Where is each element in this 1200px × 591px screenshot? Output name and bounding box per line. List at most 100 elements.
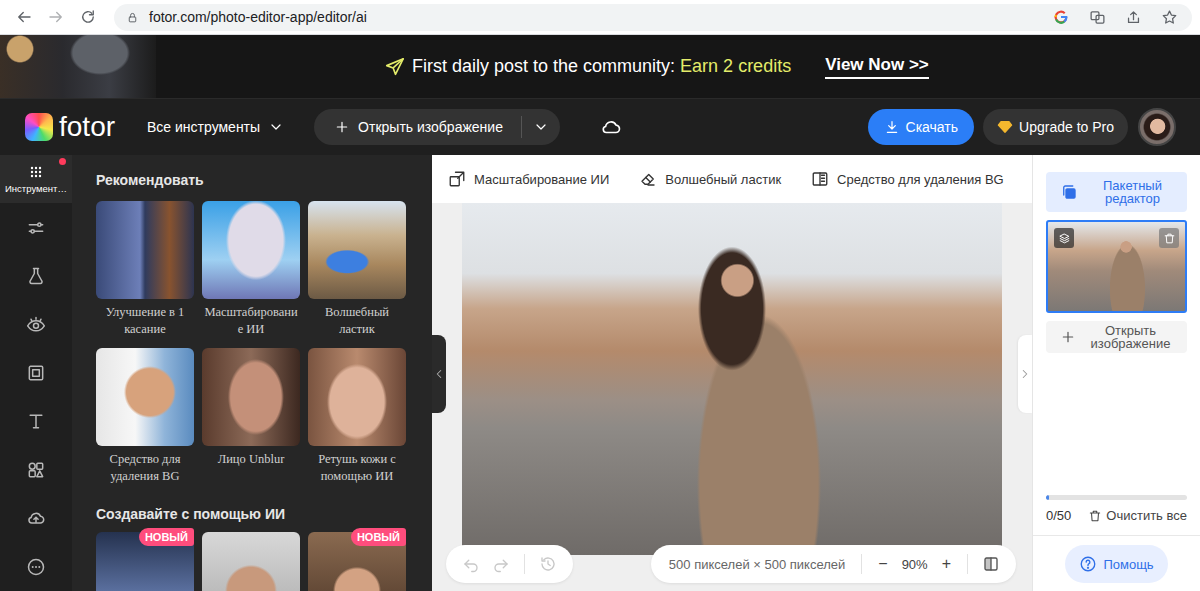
rail-item[interactable] — [0, 543, 72, 591]
more-icon — [26, 557, 46, 577]
batch-editor-button[interactable]: Пакетный редактор — [1046, 172, 1187, 212]
rail-label: Инструмент… — [5, 183, 67, 194]
batch-icon — [1060, 183, 1078, 201]
address-bar[interactable]: fotor.com/photo-editor-app/editor/ai — [114, 4, 1192, 31]
effects-flask-icon — [26, 266, 46, 286]
tool-caption: Масштабирование ИИ — [202, 299, 300, 342]
rail-item[interactable] — [0, 397, 72, 445]
help-button[interactable]: Помощь — [1065, 545, 1167, 583]
plus-icon — [334, 119, 350, 135]
notification-dot — [59, 158, 66, 165]
tool-card[interactable] — [202, 532, 300, 591]
open-image-button[interactable]: Открыть изображение — [1046, 321, 1187, 353]
download-icon — [884, 119, 900, 135]
plus-icon — [1060, 329, 1076, 345]
toolbar-button[interactable]: Волшебный ластик — [639, 170, 781, 188]
rail-item[interactable] — [0, 494, 72, 542]
tool-card[interactable]: Лицо Unblur — [202, 348, 300, 489]
progress-fill — [1046, 495, 1049, 500]
tool-card[interactable]: Ретушь кожи с помощью ИИ — [308, 348, 406, 489]
view-now-link[interactable]: View Now >> — [825, 55, 929, 79]
back-arrow-icon[interactable] — [8, 3, 40, 31]
forward-arrow-icon[interactable] — [40, 3, 72, 31]
browser-toolbar: fotor.com/photo-editor-app/editor/ai — [0, 0, 1200, 35]
new-badge: НОВЫЙ — [351, 528, 406, 546]
tool-card[interactable]: Волшебный ластик — [308, 201, 406, 342]
canvas-size: 500 пикселей × 500 пикселей — [661, 557, 853, 572]
help-icon — [1079, 555, 1097, 573]
tool-caption: Средство для удаления BG — [96, 446, 194, 489]
text-tool-icon — [26, 411, 46, 431]
tool-section: РекомендоватьУлучшение в 1 касаниеМасшта… — [96, 172, 432, 489]
url-text[interactable]: fotor.com/photo-editor-app/editor/ai — [149, 9, 367, 25]
upload-cloud-icon — [26, 508, 46, 528]
tool-caption: Лицо Unblur — [202, 446, 300, 489]
zoom-in-button[interactable]: + — [934, 555, 959, 573]
tool-card[interactable]: Средство для удаления BG — [96, 348, 194, 489]
open-image-button[interactable]: Открыть изображение — [314, 116, 522, 138]
rail-item[interactable] — [0, 203, 72, 251]
edited-photo[interactable] — [462, 203, 1002, 555]
expand-panel-handle[interactable] — [1018, 335, 1032, 413]
tool-card[interactable]: Улучшение в 1 касание — [96, 201, 194, 342]
open-image-dropdown[interactable] — [522, 119, 560, 135]
tool-card[interactable]: Масштабирование ИИ — [202, 201, 300, 342]
image-count: 0/50 — [1046, 506, 1071, 525]
tool-card[interactable]: НОВЫЙ — [308, 532, 406, 591]
google-icon[interactable] — [1048, 5, 1074, 29]
open-image-label: Открыть изображение — [1082, 324, 1179, 350]
rail-item[interactable] — [0, 446, 72, 494]
clear-all-button[interactable]: Очистить все — [1088, 506, 1187, 525]
collapse-panel-handle[interactable] — [432, 335, 446, 413]
fotor-logo-icon — [25, 113, 53, 141]
layers-icon[interactable] — [1054, 228, 1074, 248]
download-button[interactable]: Скачать — [868, 109, 975, 145]
zoom-level: 90% — [896, 557, 934, 572]
cloud-icon[interactable] — [600, 116, 622, 138]
tool-caption: Волшебный ластик — [308, 299, 406, 342]
chevron-down-icon — [268, 119, 284, 135]
promo-banner: First daily post to the community:Earn 2… — [0, 35, 1200, 98]
lock-icon — [126, 11, 139, 24]
upgrade-button[interactable]: Upgrade to Pro — [983, 109, 1128, 145]
all-tools-menu[interactable]: Все инструменты — [147, 119, 284, 135]
tool-thumbnail: НОВЫЙ — [308, 532, 406, 591]
translate-icon[interactable] — [1084, 5, 1110, 29]
redo-icon[interactable] — [486, 549, 516, 579]
tool-card[interactable]: НОВЫЙ — [96, 532, 194, 591]
tool-thumbnail — [96, 348, 194, 446]
fotor-logo[interactable]: fotor — [25, 111, 115, 143]
compare-icon[interactable] — [976, 549, 1006, 579]
toolbar-button[interactable]: Средство для удаления BG — [811, 170, 1004, 188]
undo-icon[interactable] — [456, 549, 486, 579]
trash-icon[interactable] — [1159, 228, 1179, 248]
logo-text: fotor — [59, 111, 115, 143]
tool-thumbnail — [308, 348, 406, 446]
rail-item[interactable] — [0, 349, 72, 397]
rail-item[interactable]: Инструмент… — [0, 155, 72, 203]
reload-icon[interactable] — [72, 3, 104, 31]
star-icon[interactable] — [1156, 5, 1182, 29]
canvas-area: Масштабирование ИИ Волшебный ластик Средст… — [432, 155, 1032, 591]
history-bar — [446, 545, 573, 583]
rail-item[interactable] — [0, 300, 72, 348]
open-image-label: Открыть изображение — [358, 119, 503, 135]
rail-item[interactable] — [0, 252, 72, 300]
toolbar-label: Средство для удаления BG — [837, 172, 1004, 187]
tool-thumbnail — [202, 348, 300, 446]
tools-panel: РекомендоватьУлучшение в 1 касаниеМасшта… — [72, 155, 432, 591]
tool-thumbnail: НОВЫЙ — [96, 532, 194, 591]
tool-section: Создавайте с помощью ИИНОВЫЙНОВЫЙ — [96, 506, 432, 591]
diamond-icon — [997, 119, 1013, 135]
toolbar-button[interactable]: Масштабирование ИИ — [448, 170, 609, 188]
open-image-control: Открыть изображение — [314, 109, 560, 145]
magic-eraser-icon — [639, 170, 657, 188]
help-label: Помощь — [1103, 557, 1153, 572]
tool-thumbnail — [308, 201, 406, 299]
user-avatar[interactable] — [1138, 108, 1176, 146]
zoom-bar: 500 пикселей × 500 пикселей −90%+ — [651, 545, 1016, 583]
share-icon[interactable] — [1120, 5, 1146, 29]
zoom-out-button[interactable]: − — [870, 555, 895, 573]
image-thumbnail[interactable] — [1046, 220, 1187, 313]
history-icon[interactable] — [533, 549, 563, 579]
